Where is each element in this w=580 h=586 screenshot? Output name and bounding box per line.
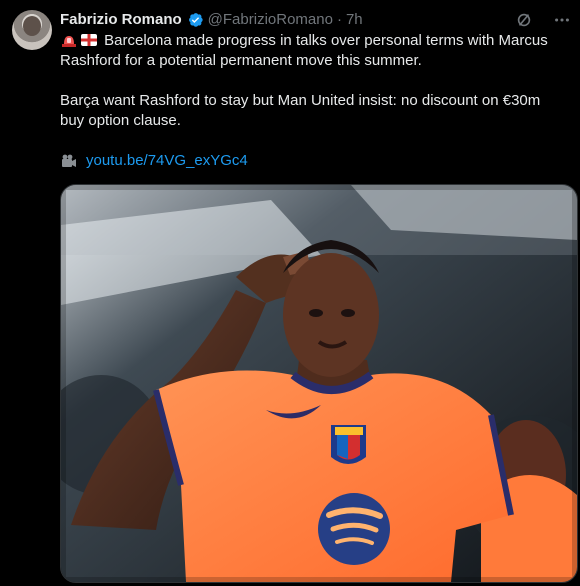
- tweet-actions-top: [514, 10, 572, 30]
- grok-icon[interactable]: [514, 10, 534, 30]
- tweet-header: Fabrizio Romano @FabrizioRomano · 7h: [60, 10, 363, 30]
- tweet-time[interactable]: 7h: [346, 10, 363, 30]
- tweet-body: Barcelona made progress in talks over pe…: [60, 31, 565, 171]
- tweet-link-line: youtu.be/74VG_exYGc4: [60, 151, 565, 171]
- tweet-paragraph-1: Barcelona made progress in talks over pe…: [60, 31, 565, 71]
- author-name[interactable]: Fabrizio Romano: [60, 10, 182, 30]
- youtube-link[interactable]: youtu.be/74VG_exYGc4: [86, 151, 248, 171]
- author-handle[interactable]: @FabrizioRomano: [208, 10, 333, 30]
- tweet-image[interactable]: [60, 184, 578, 583]
- avatar[interactable]: [12, 10, 52, 50]
- tweet-text-1: Barcelona made progress in talks over pe…: [60, 32, 548, 69]
- tweet-paragraph-2: Barça want Rashford to stay but Man Unit…: [60, 92, 541, 129]
- more-icon[interactable]: [552, 10, 572, 30]
- photo-player-celebration: [61, 185, 577, 582]
- siren-emoji-icon: [60, 32, 78, 48]
- england-flag-icon: [80, 32, 98, 48]
- separator-dot: ·: [336, 11, 342, 28]
- verified-badge-icon[interactable]: [186, 11, 204, 29]
- movie-camera-icon: [60, 153, 78, 169]
